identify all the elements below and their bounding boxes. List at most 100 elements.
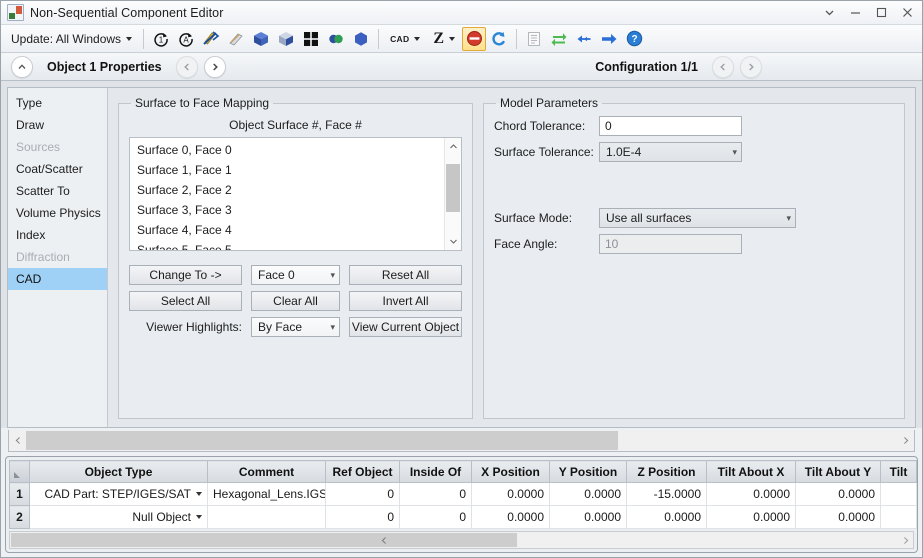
column-header-comment[interactable]: Comment bbox=[208, 461, 326, 483]
select-all-button[interactable]: Select All bbox=[129, 291, 242, 311]
object-prev-button[interactable] bbox=[176, 56, 198, 78]
editor-scrollbar-track[interactable] bbox=[26, 430, 897, 451]
surface-mode-dropdown[interactable]: Use all surfaces ▾ bbox=[599, 208, 796, 228]
help-icon[interactable]: ? bbox=[622, 27, 646, 51]
report-icon[interactable] bbox=[522, 27, 546, 51]
two-circles-icon[interactable] bbox=[324, 27, 348, 51]
cell-comment[interactable] bbox=[208, 506, 326, 529]
scroll-left-chevron-left-icon[interactable] bbox=[9, 430, 26, 451]
column-header-tilt-about-x[interactable]: Tilt About X bbox=[707, 461, 796, 483]
cell-tilt-about-x[interactable]: 0.0000 bbox=[707, 506, 796, 529]
cell-tilt-about-x[interactable]: 0.0000 bbox=[707, 483, 796, 506]
sidebar-item-volume-physics[interactable]: Volume Physics bbox=[8, 202, 107, 224]
list-item[interactable]: Surface 5, Face 5 bbox=[134, 240, 444, 250]
scrollbar-track[interactable] bbox=[445, 155, 461, 233]
table-scroll-right-chevron-right-icon[interactable] bbox=[902, 532, 910, 548]
editor-scrollbar-thumb[interactable] bbox=[26, 431, 618, 450]
cell-z-position[interactable]: 0.0000 bbox=[627, 506, 707, 529]
column-header-ref-object[interactable]: Ref Object bbox=[326, 461, 400, 483]
arrow-right-icon[interactable] bbox=[597, 27, 621, 51]
cell-ref-object[interactable]: 0 bbox=[326, 506, 400, 529]
object-next-button[interactable] bbox=[204, 56, 226, 78]
scrollbar-thumb[interactable] bbox=[446, 164, 460, 212]
list-item[interactable]: Surface 3, Face 3 bbox=[134, 200, 444, 220]
sidebar-item-coat-scatter[interactable]: Coat/Scatter bbox=[8, 158, 107, 180]
column-header-tilt-about-y[interactable]: Tilt About Y bbox=[796, 461, 881, 483]
surface-face-listbox[interactable]: Surface 0, Face 0 Surface 1, Face 1 Surf… bbox=[129, 137, 462, 251]
list-item[interactable]: Surface 1, Face 1 bbox=[134, 160, 444, 180]
cell-z-position[interactable]: -15.0000 bbox=[627, 483, 707, 506]
refresh-1-icon[interactable]: 1 bbox=[149, 27, 173, 51]
invert-all-button[interactable]: Invert All bbox=[349, 291, 462, 311]
cell-tilt[interactable] bbox=[881, 483, 917, 506]
hexagon-icon[interactable] bbox=[349, 27, 373, 51]
listbox-vertical-scrollbar[interactable] bbox=[444, 138, 461, 250]
config-prev-button[interactable] bbox=[712, 56, 734, 78]
swap-arrows-icon[interactable] bbox=[547, 27, 571, 51]
cad-dropdown[interactable]: CAD bbox=[384, 32, 426, 46]
cell-x-position[interactable]: 0.0000 bbox=[472, 506, 550, 529]
face-angle-input[interactable]: 10 bbox=[599, 234, 742, 254]
config-next-button[interactable] bbox=[740, 56, 762, 78]
cell-tilt[interactable] bbox=[881, 506, 917, 529]
clear-all-button[interactable]: Clear All bbox=[251, 291, 340, 311]
change-to-button[interactable]: Change To -> bbox=[129, 265, 242, 285]
column-header-x-position[interactable]: X Position bbox=[472, 461, 550, 483]
surface-tolerance-dropdown[interactable]: 1.0E-4 ▾ bbox=[599, 142, 742, 162]
z-dropdown[interactable]: Z bbox=[427, 29, 461, 49]
table-horizontal-scrollbar[interactable] bbox=[9, 531, 914, 549]
table-scroll-left-chevron-left-icon[interactable] bbox=[380, 532, 388, 548]
column-header-tilt[interactable]: Tilt bbox=[881, 461, 917, 483]
shaded-cube-icon[interactable] bbox=[274, 27, 298, 51]
column-header-object-type[interactable]: Object Type bbox=[30, 461, 208, 483]
cell-tilt-about-y[interactable]: 0.0000 bbox=[796, 483, 881, 506]
edit-pencil-icon[interactable] bbox=[199, 27, 223, 51]
cell-tilt-about-y[interactable]: 0.0000 bbox=[796, 506, 881, 529]
sidebar-item-draw[interactable]: Draw bbox=[8, 114, 107, 136]
sidebar-item-scatter-to[interactable]: Scatter To bbox=[8, 180, 107, 202]
grid-four-icon[interactable] bbox=[299, 27, 323, 51]
cell-inside-of[interactable]: 0 bbox=[400, 483, 472, 506]
sidebar-item-cad[interactable]: CAD bbox=[8, 268, 107, 290]
row-number[interactable]: 1 bbox=[10, 483, 30, 506]
cell-object-type[interactable]: Null Object bbox=[30, 506, 208, 529]
double-arrow-left-icon[interactable] bbox=[572, 27, 596, 51]
close-icon[interactable] bbox=[894, 2, 920, 24]
scroll-up-chevron-up-icon[interactable] bbox=[445, 138, 461, 155]
reset-all-button[interactable]: Reset All bbox=[349, 265, 462, 285]
viewer-highlights-dropdown[interactable]: By Face ▾ bbox=[251, 317, 340, 337]
select-all-corner[interactable] bbox=[10, 461, 30, 483]
scroll-right-chevron-right-icon[interactable] bbox=[897, 430, 914, 451]
maximize-icon[interactable] bbox=[868, 2, 894, 24]
cylinder-icon[interactable] bbox=[224, 27, 248, 51]
scroll-down-chevron-down-icon[interactable] bbox=[445, 233, 461, 250]
update-dropdown[interactable]: Update: All Windows bbox=[5, 30, 138, 48]
cell-comment[interactable]: Hexagonal_Lens.IGS bbox=[208, 483, 326, 506]
collapse-chevron-up-icon[interactable] bbox=[11, 56, 33, 78]
view-current-object-button[interactable]: View Current Object bbox=[349, 317, 462, 337]
sidebar-item-type[interactable]: Type bbox=[8, 92, 107, 114]
column-header-y-position[interactable]: Y Position bbox=[550, 461, 627, 483]
cell-y-position[interactable]: 0.0000 bbox=[550, 506, 627, 529]
window-menu-chevron-down-icon[interactable] bbox=[816, 2, 842, 24]
undo-arrow-icon[interactable] bbox=[487, 27, 511, 51]
table-row[interactable]: 2 Null Object 0 0 0.0000 0.0000 0.0000 0… bbox=[10, 506, 917, 529]
cell-ref-object[interactable]: 0 bbox=[326, 483, 400, 506]
cell-object-type[interactable]: CAD Part: STEP/IGES/SAT bbox=[30, 483, 208, 506]
cell-x-position[interactable]: 0.0000 bbox=[472, 483, 550, 506]
cell-inside-of[interactable]: 0 bbox=[400, 506, 472, 529]
list-item[interactable]: Surface 4, Face 4 bbox=[134, 220, 444, 240]
table-scrollbar-thumb[interactable] bbox=[11, 533, 517, 547]
solid-cube-icon[interactable] bbox=[249, 27, 273, 51]
editor-horizontal-scrollbar[interactable] bbox=[8, 430, 915, 452]
sidebar-item-index[interactable]: Index bbox=[8, 224, 107, 246]
column-header-z-position[interactable]: Z Position bbox=[627, 461, 707, 483]
cell-y-position[interactable]: 0.0000 bbox=[550, 483, 627, 506]
list-item[interactable]: Surface 0, Face 0 bbox=[134, 140, 444, 160]
no-entry-icon[interactable] bbox=[462, 27, 486, 51]
row-number[interactable]: 2 bbox=[10, 506, 30, 529]
column-header-inside-of[interactable]: Inside Of bbox=[400, 461, 472, 483]
table-row[interactable]: 1 CAD Part: STEP/IGES/SAT Hexagonal_Lens… bbox=[10, 483, 917, 506]
chord-tolerance-input[interactable]: 0 bbox=[599, 116, 742, 136]
face-select-dropdown[interactable]: Face 0 ▾ bbox=[251, 265, 340, 285]
